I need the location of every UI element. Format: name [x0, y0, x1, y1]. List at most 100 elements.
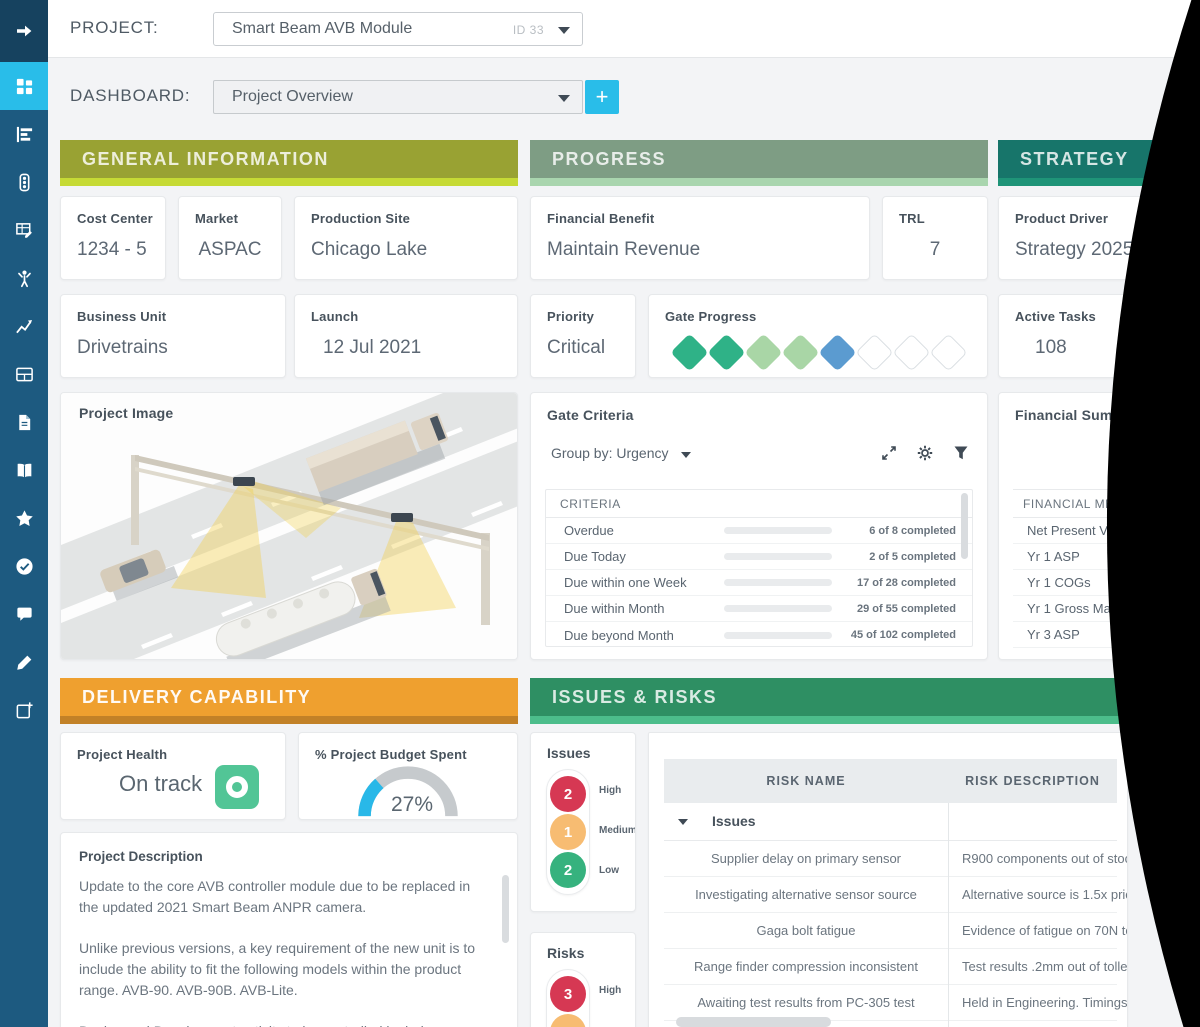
market-label: Market: [195, 211, 238, 226]
filter-icon[interactable]: [953, 445, 969, 466]
launch-value: 12 Jul 2021: [323, 337, 421, 359]
project-label: PROJECT:: [70, 18, 159, 38]
financial-summary-card: Financial Summary FINANCIAL METRIC Net P…: [998, 392, 1188, 660]
issues-group-row[interactable]: Issues: [664, 803, 1117, 841]
sidebar-item-documents[interactable]: [0, 398, 48, 446]
gate-progress-diamonds: [671, 339, 967, 366]
section-delivery-strip: [60, 716, 518, 724]
financial-row[interactable]: Yr 1 ASP: [1013, 544, 1188, 570]
product-driver-label: Product Driver: [1015, 211, 1108, 226]
progress-bar: [724, 579, 832, 586]
criteria-scrollbar[interactable]: [961, 493, 968, 559]
risk-table: RISK NAME RISK DESCRIPTION Issues Suppli…: [664, 759, 1117, 1027]
sidebar-item-edit[interactable]: [0, 638, 48, 686]
sidebar: [0, 0, 48, 1027]
sidebar-item-dashboards[interactable]: [0, 62, 48, 110]
budget-gauge: 27%: [353, 763, 463, 819]
issues-labels: HighMediumLow: [599, 769, 636, 909]
add-dashboard-button[interactable]: +: [585, 80, 619, 114]
financial-row[interactable]: Yr 1 COGs: [1013, 570, 1188, 596]
risk-table-row[interactable]: Awaiting test results from PC-305 test H…: [664, 985, 1117, 1021]
sidebar-item-wins[interactable]: [0, 254, 48, 302]
product-driver-value: Strategy 2025: [1015, 239, 1133, 261]
app-window: PROJECT: Smart Beam AVB Module ID 33 DAS…: [0, 0, 1200, 1027]
production-site-label: Production Site: [311, 211, 410, 226]
active-tasks-card: Active Tasks 108: [998, 294, 1158, 378]
issues-title: Issues: [547, 745, 591, 761]
market-value: ASPAC: [179, 239, 281, 261]
criteria-row[interactable]: Due within Month 29 of 55 completed: [546, 596, 972, 622]
sidebar-item-knowledge[interactable]: [0, 446, 48, 494]
dashboard-bar: DASHBOARD: Project Overview +: [48, 58, 1200, 128]
section-delivery-capability: DELIVERY CAPABILITY: [60, 678, 518, 716]
risk-table-row[interactable]: Supplier delay on primary sensor R900 co…: [664, 841, 1117, 877]
description-scrollbar[interactable]: [502, 875, 509, 943]
financial-metric-header: FINANCIAL METRIC: [1013, 490, 1188, 518]
group-by-selector[interactable]: Group by: Urgency: [551, 445, 691, 461]
risk-table-card: RISK NAME RISK DESCRIPTION Issues Suppli…: [648, 732, 1128, 1027]
project-name: Smart Beam AVB Module: [232, 20, 412, 38]
sidebar-item-charts[interactable]: [0, 302, 48, 350]
sidebar-item-table-edit[interactable]: [0, 206, 48, 254]
section-issues-risks-strip: [530, 716, 1128, 724]
person-cheering-icon: [15, 269, 34, 288]
issues-level-label: High: [599, 785, 621, 796]
project-selector[interactable]: Smart Beam AVB Module ID 33: [213, 12, 583, 46]
gate-diamond: [855, 333, 893, 371]
dashboard-selector[interactable]: Project Overview: [213, 80, 583, 114]
cost-center-card: Cost Center 1234 - 5: [60, 196, 166, 280]
financial-row[interactable]: Yr 1 Gross Margin: [1013, 596, 1188, 622]
section-strategy: STRATEGY: [998, 140, 1188, 178]
expand-icon[interactable]: [881, 445, 897, 466]
chevron-down-icon: [558, 95, 570, 102]
priority-label: Priority: [547, 309, 594, 324]
sidebar-item-status[interactable]: [0, 158, 48, 206]
criteria-row[interactable]: Due Today 2 of 5 completed: [546, 544, 972, 570]
collapse-caret-icon: [678, 819, 688, 825]
risks-count-badge: [550, 1014, 586, 1027]
issues-level-label: Medium: [599, 825, 636, 836]
issues-count-badge: 2: [550, 776, 586, 812]
sidebar-item-favorites[interactable]: [0, 494, 48, 542]
trl-value: 7: [883, 239, 987, 261]
risk-table-header: RISK NAME RISK DESCRIPTION: [664, 759, 1117, 803]
gear-icon[interactable]: [917, 445, 933, 466]
pencil-icon: [15, 653, 34, 672]
sidebar-item-comments[interactable]: [0, 590, 48, 638]
product-driver-card: Product Driver Strategy 2025: [998, 196, 1188, 280]
criteria-row[interactable]: Due within one Week 17 of 28 completed: [546, 570, 972, 596]
sidebar-collapse-button[interactable]: [0, 0, 48, 62]
budget-spent-card: % Project Budget Spent 27%: [298, 732, 518, 820]
sidebar-item-workspace[interactable]: [0, 350, 48, 398]
production-site-card: Production Site Chicago Lake: [294, 196, 518, 280]
section-progress: PROGRESS: [530, 140, 988, 178]
sidebar-item-gantt[interactable]: [0, 110, 48, 158]
gate-diamond: [929, 333, 967, 371]
trl-card: TRL 7: [882, 196, 988, 280]
risk-table-scrollbar[interactable]: [676, 1017, 831, 1027]
gate-diamond: [707, 333, 745, 371]
issues-pill: 212: [546, 769, 590, 895]
financial-row[interactable]: Net Present Value: [1013, 518, 1188, 544]
priority-value: Critical: [547, 337, 605, 359]
project-health-label: Project Health: [77, 747, 167, 762]
sidebar-item-approvals[interactable]: [0, 542, 48, 590]
section-general-information: GENERAL INFORMATION: [60, 140, 518, 178]
gate-criteria-card: Gate Criteria Group by: Urgency CRITERIA…: [530, 392, 988, 660]
project-image-label: Project Image: [79, 405, 173, 421]
financial-row[interactable]: Yr 3 ASP: [1013, 622, 1188, 648]
gate-progress-label: Gate Progress: [665, 309, 756, 324]
risk-table-row[interactable]: Gaga bolt fatigue Evidence of fatigue on…: [664, 913, 1117, 949]
gate-diamond: [744, 333, 782, 371]
risks-pill: 3: [546, 969, 590, 1027]
criteria-row[interactable]: Overdue 6 of 8 completed: [546, 518, 972, 544]
risk-table-row[interactable]: Investigating alternative sensor source …: [664, 877, 1117, 913]
sidebar-item-new-window[interactable]: [0, 686, 48, 734]
section-issues-risks: ISSUES & RISKS: [530, 678, 1128, 716]
description-paragraph: Update to the core AVB controller module…: [79, 876, 491, 918]
project-image-illustration: [61, 393, 517, 659]
criteria-row[interactable]: Due beyond Month 45 of 102 completed: [546, 622, 972, 648]
description-paragraph: Design and Development activity to be co…: [79, 1021, 491, 1027]
section-strategy-strip: [998, 178, 1188, 186]
risk-table-row[interactable]: Range finder compression inconsistent Te…: [664, 949, 1117, 985]
